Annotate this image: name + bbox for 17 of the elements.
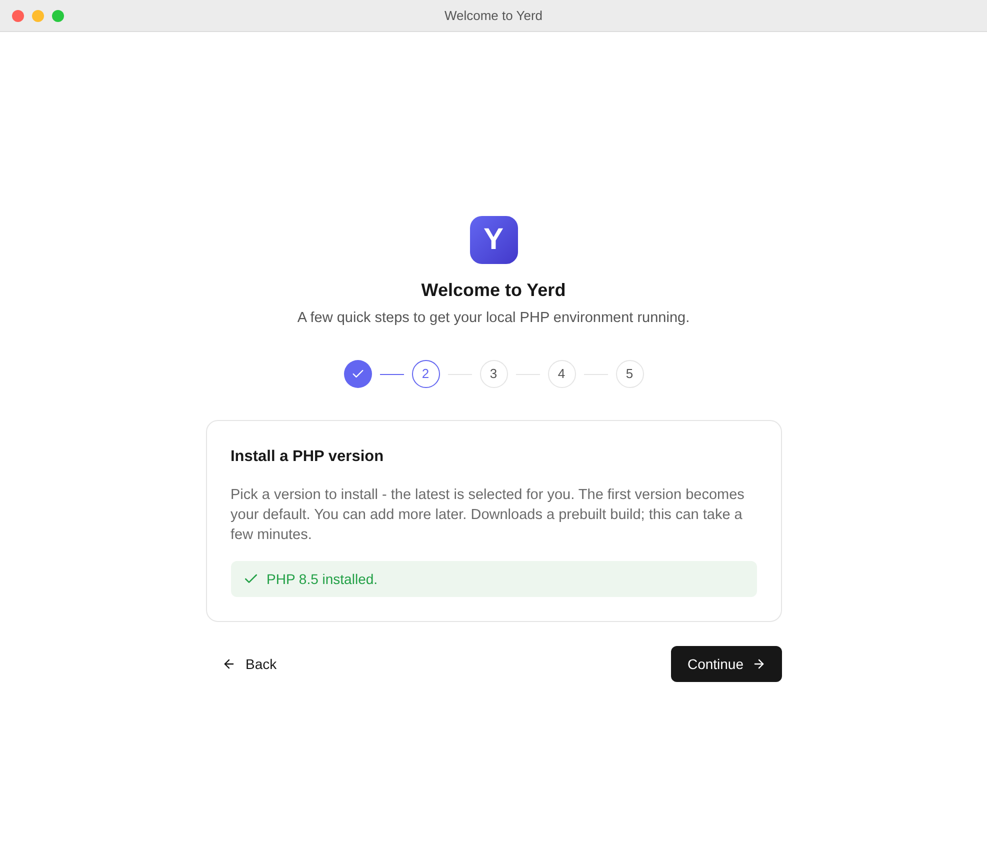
close-window-icon[interactable] — [12, 10, 24, 22]
step-indicator: 3 — [480, 360, 508, 388]
step-indicator: 2 — [412, 360, 440, 388]
continue-button[interactable]: Continue — [671, 646, 782, 682]
card-description: Pick a version to install - the latest is selected for you. The first version becomes your default. You can add more later. Downloads a prebuilt build; this can take a few minutes. — [230, 486, 746, 545]
welcome-subtitle: A few quick steps to get your local PHP environment running. — [297, 309, 690, 328]
card-title: Install a PHP version — [230, 447, 385, 467]
window-title: Welcome to Yerd — [444, 6, 543, 25]
app-logo: Y — [470, 216, 518, 264]
welcome-title: Welcome to Yerd — [421, 279, 566, 302]
status-message: PHP 8.5 installed. — [266, 570, 378, 589]
step-indicator: 5 — [616, 360, 644, 388]
back-button[interactable]: Back — [206, 646, 293, 682]
minimize-window-icon[interactable] — [32, 10, 44, 22]
zoom-window-icon[interactable] — [52, 10, 64, 22]
arrow-right-icon — [752, 657, 766, 671]
step-indicator: 4 — [548, 360, 576, 388]
